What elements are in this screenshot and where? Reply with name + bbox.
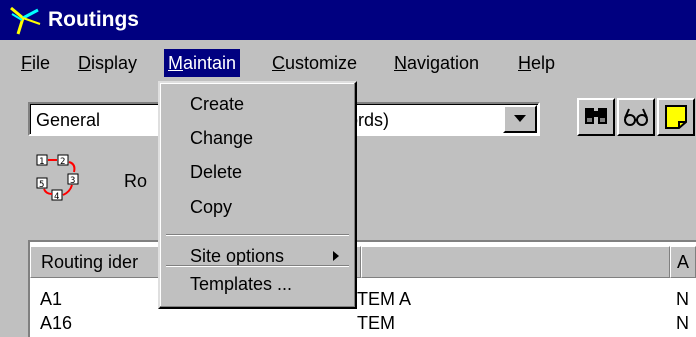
table-cell-routing-id[interactable]: A1 [40,288,62,310]
binoculars-icon [585,108,607,124]
glasses-icon [624,108,648,126]
column-header-a[interactable]: A [670,246,696,278]
routing-steps-icon: 1 2 3 4 5 [36,154,79,202]
svg-text:3: 3 [70,176,75,186]
menu-file-label: ile [32,53,51,73]
menu-item-delete[interactable]: Delete [190,160,242,184]
column-header-description[interactable] [361,246,670,278]
menu-customize-mnemonic: C [272,53,285,73]
menu-customize[interactable]: Customize [268,49,361,77]
menu-navigation-label: avigation [407,53,480,73]
menu-navigation[interactable]: Navigation [390,49,483,77]
menu-display[interactable]: Display [74,49,141,77]
menu-maintain-mnemonic: M [168,53,183,73]
routing-app-icon [10,6,41,35]
menu-customize-label: ustomize [285,53,358,73]
table-cell-description[interactable]: TEM A [357,288,411,310]
table-cell-routing-id[interactable]: A16 [40,312,72,334]
menu-file[interactable]: File [17,49,54,77]
column-header-label: Routing ider [41,252,139,272]
menu-file-mnemonic: F [21,53,32,73]
window-title: Routings [48,8,139,31]
table-cell-a[interactable]: N [676,312,689,334]
submenu-arrow-icon [333,251,339,261]
chevron-down-icon [514,115,526,122]
note-icon [665,105,687,129]
menu-item-change[interactable]: Change [190,126,253,150]
menu-display-mnemonic: D [78,53,91,73]
menu-item-templates[interactable]: Templates ... [190,272,292,296]
menu-separator [166,234,349,236]
menu-item-create[interactable]: Create [190,92,244,116]
svg-text:2: 2 [60,157,65,167]
svg-text:1: 1 [39,157,44,167]
routing-title: Ro [124,171,148,191]
menu-separator [166,265,349,267]
note-button[interactable] [657,98,695,136]
menu-help[interactable]: Help [514,49,559,77]
menu-help-label: elp [531,53,556,73]
menu-help-mnemonic: H [518,53,531,73]
svg-text:4: 4 [54,192,59,202]
menu-maintain[interactable]: Maintain [164,49,241,77]
menu-navigation-mnemonic: N [394,53,407,73]
find-button[interactable] [577,98,615,136]
menu-display-label: isplay [91,53,138,73]
column-header-label: A [677,252,690,272]
view-button[interactable] [617,98,655,136]
svg-text:5: 5 [39,180,44,190]
menu-maintain-label: aintain [183,53,237,73]
view-combo-value: General [36,110,101,130]
table-cell-description[interactable]: TEM [357,312,395,334]
menu-item-copy[interactable]: Copy [190,195,232,219]
view-combo-dropdown-button[interactable] [503,105,537,133]
table-cell-a[interactable]: N [676,288,689,310]
